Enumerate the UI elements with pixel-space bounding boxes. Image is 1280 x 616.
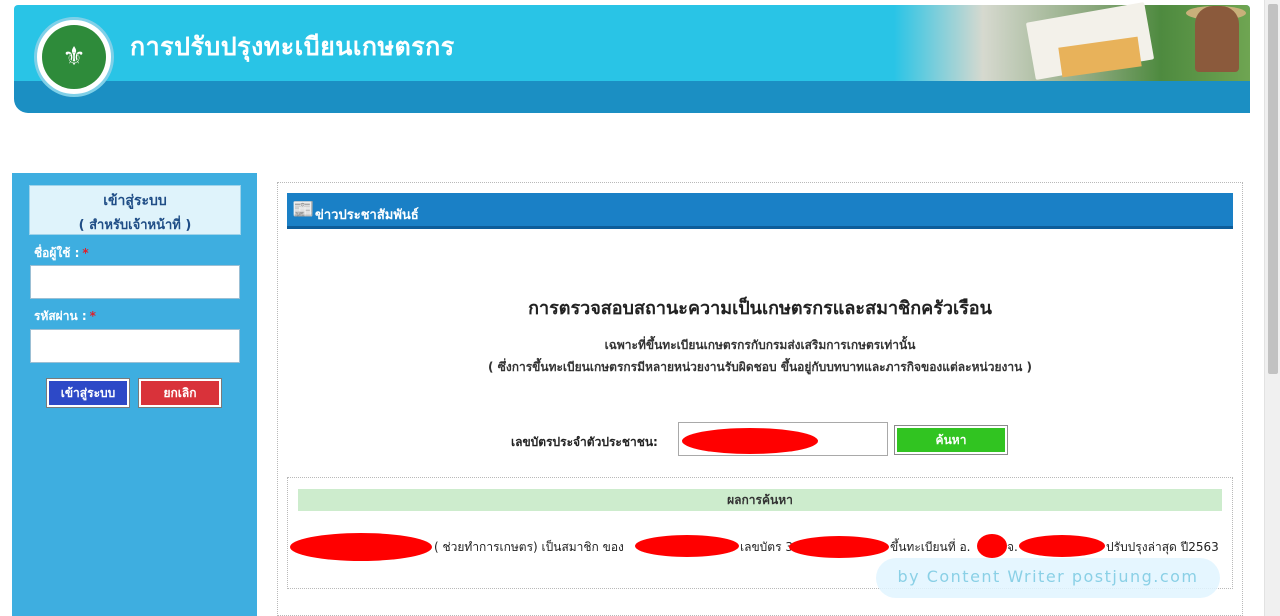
result-card-text: เลขบัตร 3 — [740, 540, 793, 554]
username-required-mark: * — [82, 246, 89, 260]
login-heading-line1: เข้าสู่ระบบ — [103, 193, 167, 209]
redaction-mark-owner — [635, 535, 739, 557]
watermark: by Content Writer postjung.com — [876, 558, 1220, 598]
site-title: การปรับปรุงทะเบียนเกษตรกร — [130, 32, 455, 61]
banner-band — [14, 81, 1250, 113]
newspaper-icon: 📰 — [292, 199, 315, 220]
username-input[interactable] — [30, 265, 240, 299]
password-required-mark: * — [89, 309, 96, 323]
redaction-mark-id — [682, 428, 818, 454]
redaction-mark-province — [1019, 535, 1105, 557]
main-panel: 📰 ข่าวประชาสัมพันธ์ การตรวจสอบสถานะความเ… — [277, 182, 1243, 616]
redaction-mark-name — [290, 533, 432, 561]
scrollbar-thumb[interactable] — [1268, 4, 1278, 374]
ministry-seal-icon[interactable]: ⚜ — [34, 17, 114, 97]
login-sidebar: เข้าสู่ระบบ ( สำหรับเจ้าหน้าที่ ) ชื่อผู… — [12, 173, 257, 616]
result-registered-text: ขึ้นทะเบียนที่ อ. — [890, 540, 971, 554]
username-label-text: ชื่อผู้ใช้ : — [34, 246, 80, 260]
result-update-text: ปรับปรุงล่าสุด ปี2563 — [1106, 540, 1219, 554]
photo-farmer — [1195, 6, 1239, 72]
news-section-title: ข่าวประชาสัมพันธ์ — [315, 208, 419, 223]
search-button[interactable]: ค้นหา — [894, 425, 1008, 455]
id-card-label: เลขบัตรประจำตัวประชาชน: — [511, 435, 658, 449]
login-button[interactable]: เข้าสู่ระบบ — [46, 378, 130, 408]
login-heading: เข้าสู่ระบบ ( สำหรับเจ้าหน้าที่ ) — [29, 185, 241, 235]
check-title: การตรวจสอบสถานะความเป็นเกษตรกรและสมาชิกค… — [528, 298, 992, 319]
password-label-text: รหัสผ่าน : — [34, 309, 87, 323]
redaction-mark-card — [789, 536, 889, 558]
page: ⚜ การปรับปรุงทะเบียนเกษตรกร เข้าสู่ระบบ … — [0, 0, 1280, 616]
result-province-text: จ. — [1007, 540, 1018, 554]
password-label: รหัสผ่าน : * — [34, 307, 96, 326]
vertical-scrollbar[interactable] — [1264, 0, 1280, 616]
result-heading: ผลการค้นหา — [298, 489, 1222, 511]
result-role-text: ( ช่วยทำการเกษตร) เป็นสมาชิก ของ — [434, 540, 624, 554]
check-subtitle-1: เฉพาะที่ขึ้นทะเบียนเกษตรกรกับกรมส่งเสริม… — [604, 338, 916, 352]
news-section-bar: 📰 ข่าวประชาสัมพันธ์ — [287, 193, 1233, 229]
redaction-mark-district — [977, 534, 1007, 558]
result-row: ( ช่วยทำการเกษตร) เป็นสมาชิก ของ เลขบัตร… — [288, 533, 1232, 561]
password-input[interactable] — [30, 329, 240, 363]
username-label: ชื่อผู้ใช้ : * — [34, 244, 89, 263]
seal-inner: ⚜ — [42, 25, 106, 89]
login-heading-line2: ( สำหรับเจ้าหน้าที่ ) — [78, 218, 192, 233]
check-subtitle-2: ( ซึ่งการขึ้นทะเบียนเกษตรกรมีหลายหน่วยงา… — [488, 360, 1032, 374]
cancel-button[interactable]: ยกเลิก — [138, 378, 222, 408]
